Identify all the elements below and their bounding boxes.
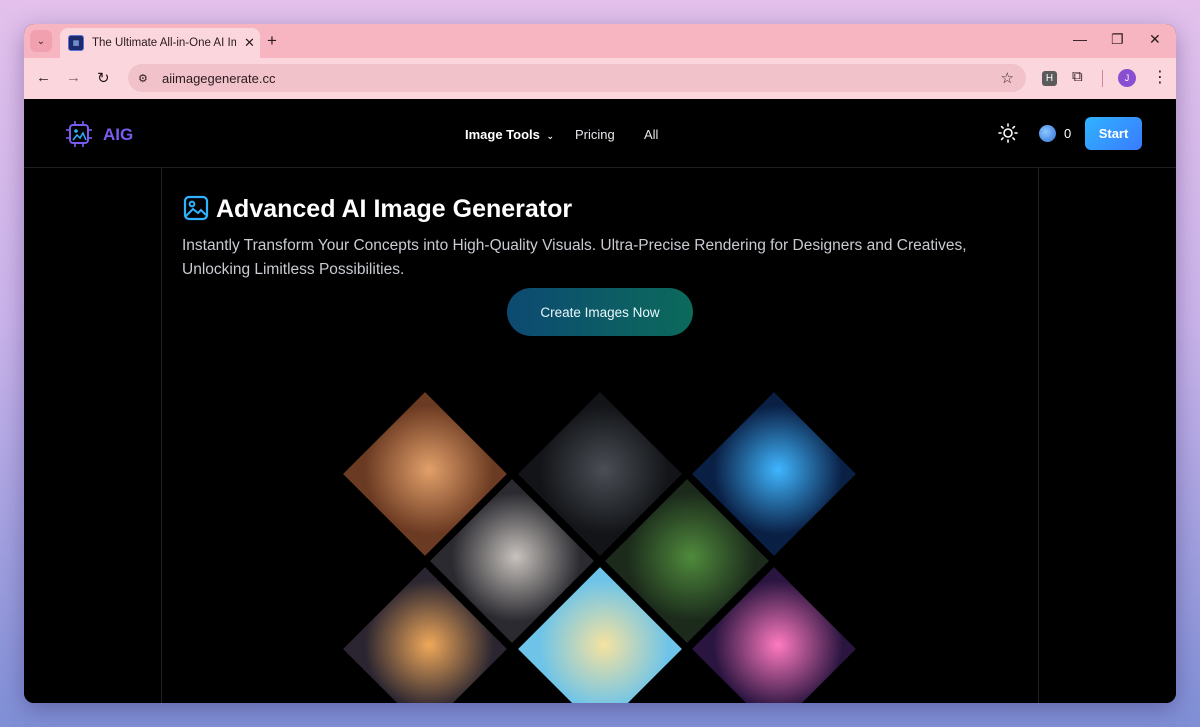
tab-close-icon[interactable]: ✕ <box>244 35 255 51</box>
site-info-icon[interactable]: ⚙ <box>138 72 154 85</box>
profile-avatar[interactable]: J <box>1118 69 1136 87</box>
bookmark-star-icon[interactable]: ☆ <box>1001 69 1014 87</box>
tab-title: The Ultimate All-in-One AI Imag <box>92 37 236 49</box>
extensions-puzzle-icon[interactable]: ⧉ <box>1072 68 1083 85</box>
browser-toolbar: ← → ↻ ⚙ aiimagegenerate.cc ☆ H ⧉ J ⋮ <box>24 58 1176 99</box>
browser-menu-icon[interactable]: ⋮ <box>1152 67 1168 87</box>
active-tab[interactable]: ▦ The Ultimate All-in-One AI Imag ✕ <box>60 28 260 58</box>
window-close-icon[interactable]: ✕ <box>1149 31 1161 48</box>
restore-icon[interactable]: ❐ <box>1111 31 1124 48</box>
minimize-icon[interactable]: — <box>1073 31 1087 47</box>
tab-search-icon[interactable]: ⌄ <box>30 30 52 52</box>
url-text: aiimagegenerate.cc <box>162 70 276 86</box>
extension-h-icon[interactable]: H <box>1042 71 1057 86</box>
address-bar[interactable]: ⚙ aiimagegenerate.cc ☆ <box>128 64 1026 92</box>
new-tab-icon[interactable]: + <box>267 31 277 51</box>
back-icon[interactable]: ← <box>36 69 51 86</box>
toolbar-divider <box>1102 70 1103 87</box>
image-gallery <box>24 99 1176 703</box>
reload-icon[interactable]: ↻ <box>97 69 110 87</box>
site-favicon-icon: ▦ <box>68 35 84 51</box>
forward-icon[interactable]: → <box>66 69 81 86</box>
browser-window: ⌄ ▦ The Ultimate All-in-One AI Imag ✕ + … <box>24 24 1176 703</box>
web-page: AIG Image Tools ⌄ Pricing All 0 Start Ad… <box>24 99 1176 703</box>
tab-strip: ⌄ ▦ The Ultimate All-in-One AI Imag ✕ + … <box>24 24 1176 58</box>
